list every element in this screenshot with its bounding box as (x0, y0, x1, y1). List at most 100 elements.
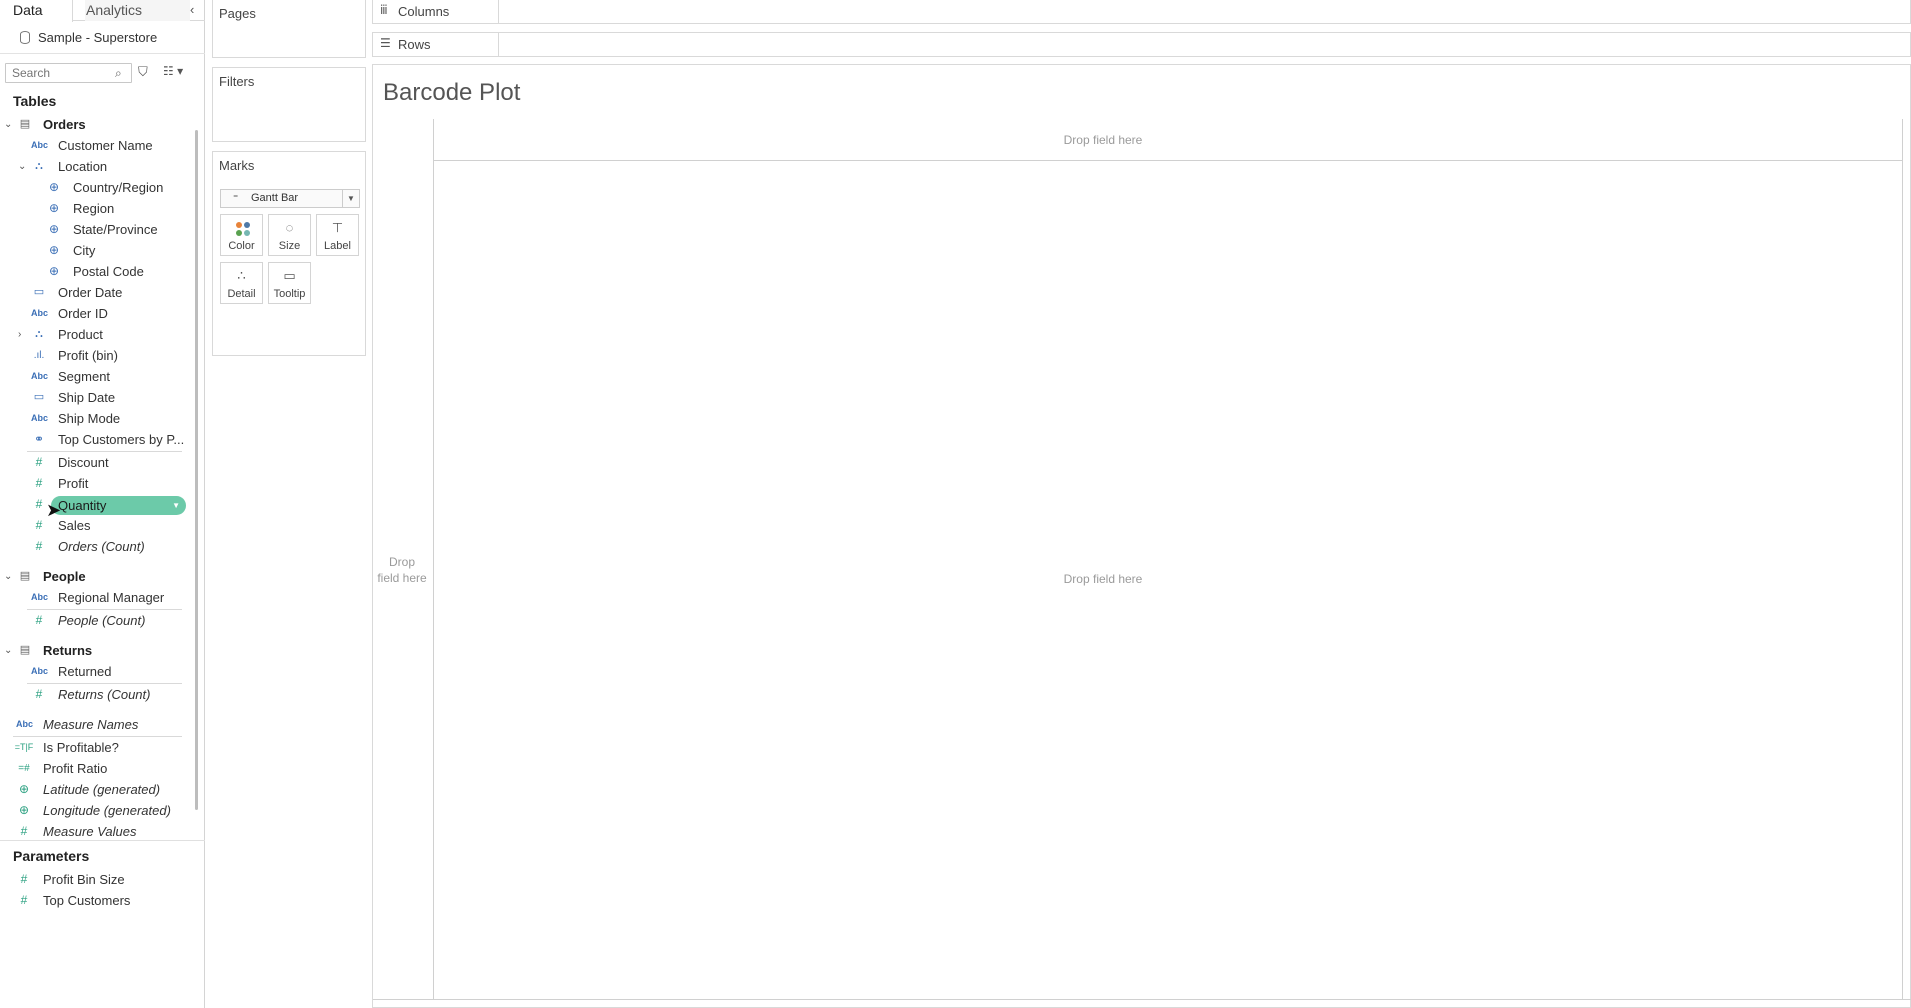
field-order-date[interactable]: ▭ Order Date (0, 282, 190, 303)
columns-icon: ⅲ (380, 3, 388, 17)
search-input[interactable] (5, 63, 132, 83)
sheet-title[interactable]: Barcode Plot (383, 79, 520, 107)
field-quantity-dragging-pill[interactable]: Quantity ▼ (51, 496, 186, 515)
rows-shelf[interactable]: ☰ Rows (372, 32, 1911, 57)
field-postal-code[interactable]: ⊕ Postal Code (0, 261, 190, 282)
string-type-icon: Abc (31, 666, 49, 676)
chevron-down-icon[interactable]: ⌄ (4, 114, 12, 135)
number-type-icon: # (35, 455, 43, 469)
field-ship-mode[interactable]: Abc Ship Mode (0, 408, 190, 429)
field-product[interactable]: › ⛬ Product (0, 324, 190, 345)
param-top-customers[interactable]: # Top Customers (0, 890, 190, 911)
color-button[interactable]: Color (220, 214, 263, 256)
fields-scrollbar[interactable] (195, 130, 198, 810)
drop-zone-rows[interactable]: Drop field here (377, 554, 427, 586)
filter-icon[interactable]: ⛉ (138, 64, 148, 80)
table-orders[interactable]: ⌄ ▤ Orders (0, 114, 190, 135)
caret-down-icon[interactable]: ▼ (172, 496, 180, 515)
collapse-pane-icon[interactable]: ‹ (190, 0, 194, 20)
chevron-down-icon[interactable]: ⌄ (18, 156, 26, 177)
detail-icon: ∴ (237, 268, 246, 283)
chevron-down-icon[interactable]: ⌄ (4, 566, 12, 587)
size-icon: ◌ (285, 220, 294, 235)
field-location[interactable]: ⌄ ⛬ Location (0, 156, 190, 177)
worksheet-view[interactable]: Barcode Plot Drop field here Drop field … (372, 64, 1911, 1008)
field-state-province[interactable]: ⊕ State/Province (0, 219, 190, 240)
database-icon (20, 31, 30, 44)
string-type-icon: Abc (31, 371, 49, 381)
field-label: Sales (58, 518, 91, 533)
field-label: Profit (bin) (58, 348, 118, 363)
filters-card[interactable]: Filters (212, 67, 366, 142)
columns-shelf-label: Columns (398, 4, 450, 19)
datasource-selector[interactable]: Sample - Superstore (0, 22, 205, 54)
field-country-region[interactable]: ⊕ Country/Region (0, 177, 190, 198)
field-order-id[interactable]: Abc Order ID (0, 303, 190, 324)
field-label: Top Customers by P... (58, 432, 185, 447)
globe-icon: ⊕ (48, 201, 60, 215)
filters-card-title: Filters (219, 74, 255, 89)
table-people[interactable]: ⌄ ▤ People (0, 566, 190, 587)
field-segment[interactable]: Abc Segment (0, 366, 190, 387)
field-discount[interactable]: # Discount (0, 452, 190, 473)
field-latitude-generated[interactable]: ⊕ Latitude (generated) (0, 779, 190, 800)
field-label: Is Profitable? (43, 740, 119, 755)
field-top-customers-set[interactable]: ⚭ Top Customers by P... (0, 429, 190, 450)
field-returned[interactable]: Abc Returned (0, 661, 190, 682)
field-orders-count[interactable]: # Orders (Count) (0, 536, 190, 557)
field-city[interactable]: ⊕ City (0, 240, 190, 261)
shelf-divider (498, 0, 499, 23)
label-button[interactable]: ⊤ Label (316, 214, 359, 256)
datasource-name: Sample - Superstore (38, 30, 158, 45)
field-label: Measure Names (43, 717, 139, 732)
number-type-icon: # (20, 893, 28, 907)
field-people-count[interactable]: # People (Count) (0, 610, 190, 631)
field-regional-manager[interactable]: Abc Regional Manager (0, 587, 190, 608)
tooltip-button[interactable]: ▭ Tooltip (268, 262, 311, 304)
pages-card[interactable]: Pages (212, 0, 366, 58)
parameters-section-title: Parameters (13, 848, 90, 864)
string-type-icon: Abc (31, 592, 49, 602)
field-region[interactable]: ⊕ Region (0, 198, 190, 219)
columns-shelf[interactable]: ⅲ Columns (372, 0, 1911, 24)
drop-zone-center[interactable]: Drop field here (973, 572, 1233, 586)
tab-data[interactable]: Data (0, 0, 73, 22)
mark-type-dropdown[interactable]: ⁼ Gantt Bar ▼ (220, 189, 360, 208)
chevron-down-icon[interactable]: ⌄ (4, 640, 12, 661)
column-header-divider (433, 160, 1903, 161)
field-ship-date[interactable]: ▭ Ship Date (0, 387, 190, 408)
field-label: Segment (58, 369, 111, 384)
caret-down-icon[interactable]: ▼ (342, 190, 359, 207)
number-type-icon: # (35, 539, 43, 553)
field-label: Ship Date (58, 390, 116, 405)
tab-analytics[interactable]: Analytics (85, 0, 190, 21)
field-measure-names[interactable]: Abc Measure Names (0, 714, 190, 735)
view-options-icon[interactable]: ☷ ▾ (163, 64, 183, 78)
field-profit[interactable]: # Profit (0, 473, 190, 494)
field-label: Longitude (generated) (43, 803, 171, 818)
drop-zone-columns[interactable]: Drop field here (973, 133, 1233, 147)
field-label: Customer Name (58, 138, 153, 153)
field-measure-values[interactable]: # Measure Values (0, 821, 190, 842)
field-customer-name[interactable]: Abc Customer Name (0, 135, 190, 156)
search-icon[interactable]: ⌕ (115, 66, 122, 81)
number-type-icon: # (35, 613, 43, 627)
chevron-right-icon[interactable]: › (18, 324, 21, 345)
field-profit-bin[interactable]: .ıl. Profit (bin) (0, 345, 190, 366)
field-is-profitable[interactable]: =T|F Is Profitable? (0, 737, 190, 758)
field-sales[interactable]: # Sales (0, 515, 190, 536)
field-returns-count[interactable]: # Returns (Count) (0, 684, 190, 705)
field-label: Profit Ratio (43, 761, 108, 776)
hierarchy-icon: ⛬ (35, 160, 43, 172)
field-profit-ratio[interactable]: =# Profit Ratio (0, 758, 190, 779)
field-longitude-generated[interactable]: ⊕ Longitude (generated) (0, 800, 190, 821)
rows-icon: ☰ (380, 36, 391, 50)
calc-number-icon: =# (18, 763, 30, 774)
size-button[interactable]: ◌ Size (268, 214, 311, 256)
detail-button[interactable]: ∴ Detail (220, 262, 263, 304)
gantt-bar-icon: ⁼ (233, 193, 239, 204)
mark-type-value: Gantt Bar (251, 192, 299, 204)
table-returns[interactable]: ⌄ ▤ Returns (0, 640, 190, 661)
param-profit-bin-size[interactable]: # Profit Bin Size (0, 869, 190, 890)
field-label: Returned (58, 664, 112, 679)
